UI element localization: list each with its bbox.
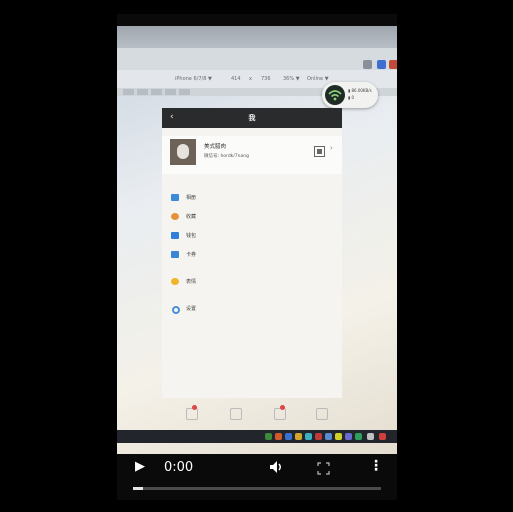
profile-card[interactable]: 美式腊肉 微信号: hordk/7nang › — [162, 136, 342, 174]
throttle-select: Online ▼ — [307, 76, 329, 82]
zoom-select: 36% ▼ — [283, 76, 300, 82]
video-frame[interactable]: iPhone 6/7/8 ▼ 414 x 736 36% ▼ Online ▼ … — [117, 26, 397, 454]
os-taskbar — [117, 430, 397, 443]
phone-screen: ‹ 我 美式腊肉 微信号: hordk/7nang › 相册 收藏 钱包 卡券 … — [162, 108, 342, 420]
card-icon — [171, 251, 179, 258]
more-options-icon[interactable]: ⋮ — [369, 457, 383, 477]
video-player[interactable]: iPhone 6/7/8 ▼ 414 x 736 36% ▼ Online ▼ … — [117, 14, 397, 500]
browser-title-bar — [117, 26, 397, 48]
progress-bar[interactable] — [133, 487, 381, 490]
player-controls: ▶ 0:00 ⋮ — [117, 454, 397, 500]
extension-icon-2 — [389, 60, 397, 69]
dimension-separator: x — [249, 76, 252, 82]
notification-badge — [192, 405, 197, 410]
photo-album-icon — [171, 194, 179, 201]
menu-label: 收藏 — [186, 214, 197, 220]
tab-chats-icon[interactable] — [184, 405, 198, 420]
menu-label: 钱包 — [186, 233, 197, 239]
page-title: 我 — [248, 114, 256, 122]
menu-item-cards[interactable]: 卡券 — [162, 247, 342, 263]
height-value: 736 — [261, 76, 271, 82]
current-time: 0:00 — [164, 460, 194, 475]
progress-fill — [133, 487, 143, 490]
download-speed: ▮ 86.00KB/s — [348, 88, 372, 93]
device-select: iPhone 6/7/8 ▼ — [175, 76, 212, 82]
menu-label: 相册 — [186, 195, 197, 201]
profile-id: 微信号: hordk/7nang — [204, 154, 249, 159]
wifi-icon — [325, 85, 345, 105]
play-icon[interactable]: ▶ — [135, 459, 149, 475]
settings-icon — [172, 306, 180, 314]
tab-me-icon[interactable] — [314, 406, 328, 420]
menu-item-emoji[interactable]: 表情 — [162, 274, 342, 290]
extension-icon — [377, 60, 386, 69]
favorites-icon — [171, 213, 179, 220]
nav-bar: ‹ 我 — [162, 108, 342, 128]
tab-discover-icon[interactable] — [272, 405, 286, 420]
volume-icon[interactable] — [269, 460, 285, 474]
emoji-icon — [171, 278, 179, 285]
menu-label: 设置 — [186, 306, 197, 312]
network-speed-popup: ▮ 86.00KB/s ▮ 0 — [322, 82, 378, 108]
menu-label: 表情 — [186, 279, 197, 285]
menu-item-settings[interactable]: 设置 — [162, 301, 342, 317]
menu-item-wallet[interactable]: 钱包 — [162, 228, 342, 244]
menu-label: 卡券 — [186, 252, 197, 258]
upload-speed: ▮ 0 — [348, 95, 355, 100]
bookmark-star-icon — [363, 60, 372, 69]
chevron-right-icon: › — [330, 144, 333, 152]
qr-code-icon[interactable] — [314, 146, 325, 157]
width-value: 414 — [231, 76, 241, 82]
fullscreen-icon[interactable] — [317, 460, 330, 475]
profile-name: 美式腊肉 — [204, 144, 227, 150]
menu-item-favorites[interactable]: 收藏 — [162, 209, 342, 225]
avatar — [170, 139, 196, 165]
browser-address-bar — [117, 48, 397, 70]
tab-contacts-icon[interactable] — [228, 406, 242, 420]
notification-badge — [280, 405, 285, 410]
wallet-icon — [171, 232, 179, 239]
menu-item-album[interactable]: 相册 — [162, 190, 342, 206]
